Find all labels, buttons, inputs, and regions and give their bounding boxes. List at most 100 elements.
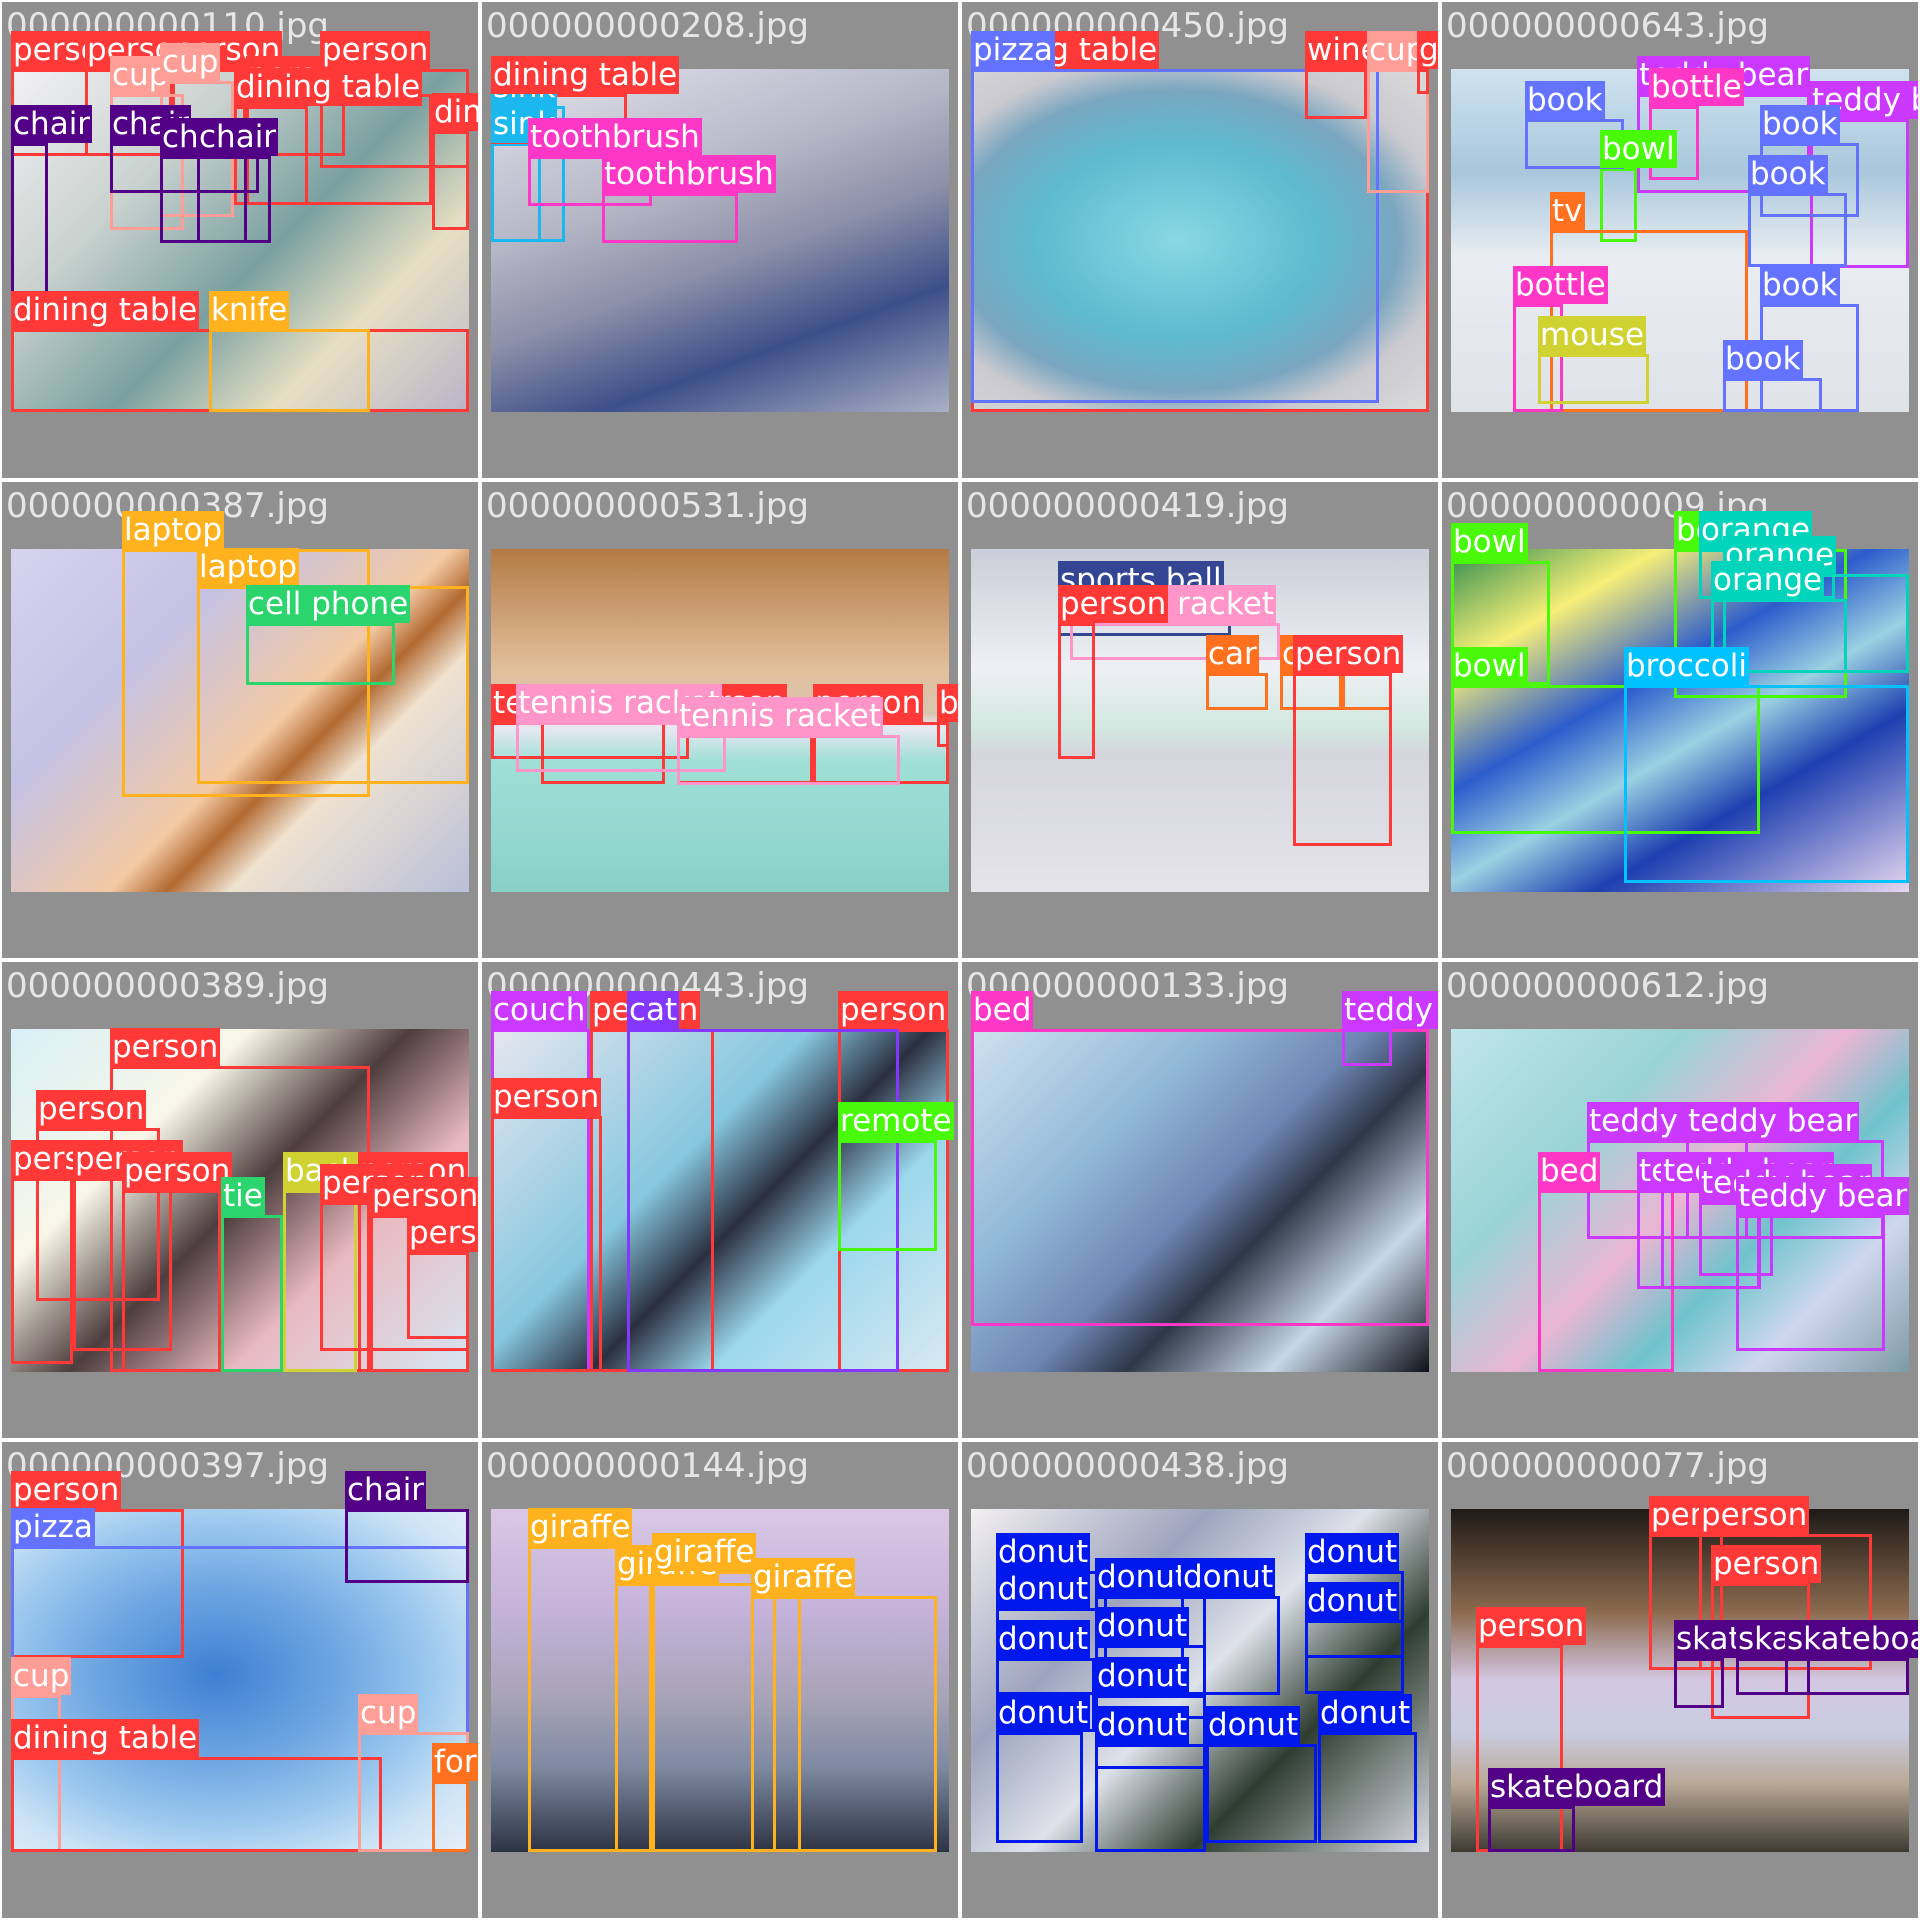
detection-label: dining table (432, 93, 478, 131)
detection-box (971, 1029, 1429, 1326)
detection-box (1624, 685, 1909, 883)
detection-label: person (370, 1177, 478, 1215)
detection-label: person (838, 991, 949, 1029)
detection-label: chair (345, 1471, 427, 1509)
tile-filename: 000000000389.jpg (6, 966, 329, 1006)
detection-label: giraffe (751, 1558, 856, 1596)
detection-label: person (1058, 585, 1169, 623)
detection-label: person (122, 1152, 233, 1190)
detection-box (602, 193, 738, 243)
tile-filename: 000000000077.jpg (1446, 1446, 1769, 1486)
tile-image (1451, 549, 1909, 892)
detection-box (1538, 354, 1649, 404)
detection-box (1305, 69, 1367, 119)
result-tile: 000000000443.jpgcouchpersonpersoncatpers… (482, 962, 958, 1438)
detection-box (838, 1140, 937, 1251)
detection-label: mouse (1538, 316, 1647, 354)
result-tile: 000000000438.jpg donut donut donut donut donu… (962, 1442, 1438, 1918)
detection-label: person (110, 1028, 221, 1066)
detection-box (407, 1252, 469, 1339)
detection-label: giraffe (528, 1508, 633, 1546)
detection-box (197, 156, 247, 243)
detection-label: tie (221, 1177, 265, 1215)
detection-label: fork (432, 1743, 478, 1781)
detection-label: person (491, 1078, 602, 1116)
detection-label: teddy bear (1736, 1177, 1910, 1215)
detection-box (1095, 1744, 1206, 1852)
result-tile: 000000000009.jpgbowlbowlorangeorangeoran… (1442, 482, 1918, 958)
detection-label: book (1748, 155, 1828, 193)
detection-label: toothbrush (528, 118, 702, 156)
detection-label: orange (1711, 561, 1825, 599)
detection-box (1736, 1215, 1885, 1351)
detection-label: bicycle (937, 684, 958, 722)
result-tile: 000000000144.jpggiraffegiraffegiraffegir… (482, 1442, 958, 1918)
detection-label: donut (996, 1620, 1091, 1658)
detection-box (11, 1757, 382, 1852)
detection-box (345, 1509, 469, 1583)
detection-box (209, 329, 370, 412)
detection-label: person (320, 31, 431, 69)
result-tile: 000000000133.jpgbedteddy bear (962, 962, 1438, 1438)
detection-label: laptop (197, 548, 300, 586)
detection-label: skateboard (1785, 1620, 1918, 1658)
detection-label: bowl (1451, 647, 1528, 685)
result-tile: 000000000110.jpg person person person person… (2, 2, 478, 478)
detection-label: donut (1305, 1582, 1400, 1620)
detection-box (1674, 1658, 1724, 1708)
results-grid: 000000000110.jpg person person person person… (0, 0, 1920, 1920)
detection-label: skateboard (1488, 1768, 1666, 1806)
result-tile: 000000000387.jpg laptop laptop cell phone (2, 482, 478, 958)
tile-filename: 000000000438.jpg (966, 1446, 1289, 1486)
detection-label: cup (160, 43, 221, 81)
detection-label: book (1760, 105, 1840, 143)
result-tile: 000000000419.jpg sports ball tennis racket… (962, 482, 1438, 958)
detection-box (1206, 673, 1268, 710)
detection-label: person (11, 1471, 122, 1509)
detection-box (1318, 1732, 1417, 1843)
tile-filename: 000000000531.jpg (486, 486, 809, 526)
detection-box (246, 623, 395, 685)
detection-box (1342, 1029, 1392, 1066)
result-tile: 000000000612.jpg teddy bear teddy bear bed t… (1442, 962, 1918, 1438)
detection-label: donut (1181, 1558, 1276, 1596)
result-tile: 000000000208.jpgsinksinkdining tabletoot… (482, 2, 958, 478)
result-tile: 000000000531.jpgtennis racketpersonperso… (482, 482, 958, 958)
detection-label: car (1206, 635, 1259, 673)
detection-box (221, 1215, 283, 1372)
detection-label: glass (1417, 31, 1438, 69)
detection-box (937, 722, 949, 747)
detection-label: tv (1550, 192, 1585, 230)
detection-label: book (1723, 340, 1803, 378)
detection-label: cat (627, 991, 680, 1029)
tile-image (11, 1509, 469, 1852)
detection-box (1723, 378, 1822, 412)
detection-box (1206, 1744, 1317, 1843)
result-tile: 000000000450.jpgdining tablepizzawine gl… (962, 2, 1438, 478)
detection-label: pizza (11, 1508, 95, 1546)
detection-label: chair (197, 118, 279, 156)
detection-label: bowl (1451, 523, 1528, 561)
detection-label: teddy bear (1342, 991, 1438, 1029)
detection-label: book (1525, 81, 1605, 119)
detection-box (1748, 193, 1847, 267)
detection-label: book (1760, 266, 1840, 304)
detection-label: dining table (11, 1719, 200, 1757)
detection-label: toothbrush (602, 155, 776, 193)
detection-label: bottle (1649, 68, 1744, 106)
detection-label: cup (358, 1694, 419, 1732)
detection-label: dining table (11, 291, 200, 329)
detection-label: chair (11, 105, 93, 143)
detection-label: laptop (122, 511, 225, 549)
detection-label: donut (1206, 1706, 1301, 1744)
detection-box (1488, 1806, 1575, 1852)
detection-label: knife (209, 291, 290, 329)
detection-label: couch (491, 991, 588, 1029)
detection-label: teddy bear (1686, 1102, 1860, 1140)
detection-label: bed (971, 991, 1034, 1029)
detection-label: donut (1318, 1694, 1413, 1732)
tile-image (1451, 69, 1909, 412)
detection-label: donut (1095, 1558, 1190, 1596)
detection-box (122, 1190, 221, 1372)
detection-box (677, 735, 900, 785)
